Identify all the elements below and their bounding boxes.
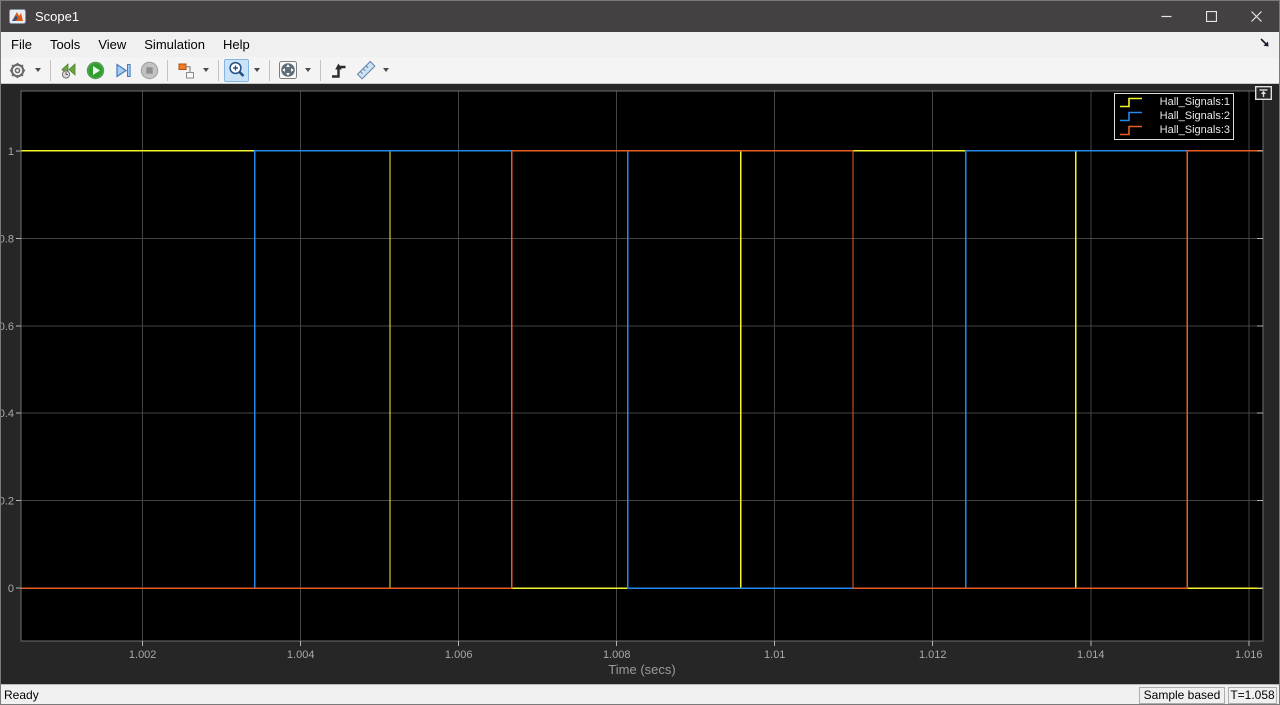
menu-bar: File Tools View Simulation Help	[1, 32, 1279, 57]
configuration-dropdown[interactable]	[31, 59, 44, 82]
y-tick-label: 0.2	[1, 496, 14, 508]
fit-to-view-icon	[278, 60, 298, 80]
run-button[interactable]	[83, 59, 108, 82]
run-play-icon	[86, 61, 105, 80]
chevron-down-icon	[305, 68, 311, 72]
toolbar-separator	[50, 60, 51, 81]
close-button[interactable]	[1234, 1, 1279, 32]
zoom-dropdown[interactable]	[250, 59, 263, 82]
stop-button[interactable]	[137, 59, 162, 82]
chevron-down-icon	[35, 68, 41, 72]
ruler-icon	[356, 60, 376, 80]
x-tick-label: 1.008	[603, 649, 631, 661]
step-forward-icon	[113, 61, 133, 80]
simulink-scope-app-icon	[9, 9, 26, 24]
chevron-down-icon	[383, 68, 389, 72]
undock-icon[interactable]	[1255, 86, 1272, 100]
menu-simulation[interactable]: Simulation	[135, 32, 214, 57]
scope-figure: 1.002 1.004 1.006 1.008 1.01 1.012 1.014 1.016 1…	[1, 84, 1280, 684]
trigger-icon	[329, 61, 349, 80]
gear-icon	[8, 61, 27, 80]
step-back-icon	[58, 61, 79, 80]
legend-line-icon	[1118, 96, 1144, 109]
menu-view[interactable]: View	[89, 32, 135, 57]
legend-step-glyph	[1120, 112, 1142, 120]
scope-window: Scope1 File Tools View Simulation Help	[0, 0, 1280, 705]
fit-to-view-dropdown[interactable]	[301, 59, 314, 82]
maximize-button[interactable]	[1189, 1, 1234, 32]
step-back-button[interactable]	[56, 59, 81, 82]
x-tick-label: 1.006	[445, 649, 473, 661]
highlight-simulink-block-button[interactable]	[173, 59, 198, 82]
toolbar	[1, 57, 1279, 84]
cursor-measurements-button[interactable]	[353, 59, 378, 82]
zoom-in-button[interactable]	[224, 59, 249, 82]
toolbar-separator	[269, 60, 270, 81]
legend-item: Hall_Signals:2	[1118, 109, 1230, 123]
menu-file[interactable]: File	[2, 32, 41, 57]
trigger-button[interactable]	[326, 59, 351, 82]
status-bar: Ready Sample based T=1.058	[1, 684, 1279, 705]
legend-label: Hall_Signals:1	[1144, 96, 1230, 108]
cursor-measurements-dropdown[interactable]	[379, 59, 392, 82]
toolbar-separator	[218, 60, 219, 81]
stop-icon	[140, 61, 159, 80]
fit-to-view-button[interactable]	[275, 59, 300, 82]
close-icon	[1251, 11, 1262, 22]
legend-item: Hall_Signals:1	[1118, 95, 1230, 109]
x-tick-label: 1.002	[129, 649, 157, 661]
toolbar-separator	[167, 60, 168, 81]
x-tick-label: 1.01	[764, 649, 785, 661]
x-axis-label: Time (secs)	[608, 662, 675, 677]
legend-label: Hall_Signals:2	[1144, 110, 1230, 122]
scope-plot[interactable]: 1.002 1.004 1.006 1.008 1.01 1.012 1.014 1.016 1…	[1, 84, 1280, 684]
chevron-down-icon	[203, 68, 209, 72]
signal-legend[interactable]: Hall_Signals:1 Hall_Signals:2 Hall_Signals…	[1114, 93, 1234, 140]
x-tick-label: 1.012	[919, 649, 947, 661]
status-message: Ready	[4, 688, 39, 702]
chevron-down-icon	[254, 68, 260, 72]
simulation-time-indicator: T=1.058	[1228, 687, 1277, 704]
y-tick-label: 0.4	[1, 408, 14, 420]
title-bar: Scope1	[1, 1, 1279, 32]
menu-tools[interactable]: Tools	[41, 32, 89, 57]
legend-item: Hall_Signals:3	[1118, 123, 1230, 137]
maximize-icon	[1206, 11, 1217, 22]
simulink-blocks-icon	[176, 61, 196, 80]
toolbar-separator	[320, 60, 321, 81]
x-tick-label: 1.014	[1077, 649, 1105, 661]
x-tick-label: 1.016	[1235, 649, 1263, 661]
y-tick-label: 0.8	[1, 233, 14, 245]
legend-line-icon	[1118, 124, 1144, 137]
y-tick-label: 0.6	[1, 321, 14, 333]
legend-label: Hall_Signals:3	[1144, 124, 1230, 136]
menu-help[interactable]: Help	[214, 32, 259, 57]
y-tick-label: 1	[8, 146, 14, 158]
highlight-block-dropdown[interactable]	[199, 59, 212, 82]
minimize-icon	[1161, 11, 1172, 22]
legend-line-icon	[1118, 110, 1144, 123]
zoom-in-icon	[227, 60, 247, 80]
legend-step-glyph	[1120, 98, 1142, 106]
sample-mode-indicator: Sample based	[1139, 687, 1225, 704]
legend-step-glyph	[1120, 126, 1142, 134]
minimize-button[interactable]	[1144, 1, 1189, 32]
x-tick-label: 1.004	[287, 649, 315, 661]
window-title: Scope1	[35, 9, 79, 24]
dock-arrow-icon[interactable]	[1259, 37, 1271, 49]
step-forward-button[interactable]	[110, 59, 135, 82]
plot-background[interactable]	[21, 91, 1263, 641]
y-tick-label: 0	[8, 583, 14, 595]
configuration-properties-button[interactable]	[5, 59, 30, 82]
